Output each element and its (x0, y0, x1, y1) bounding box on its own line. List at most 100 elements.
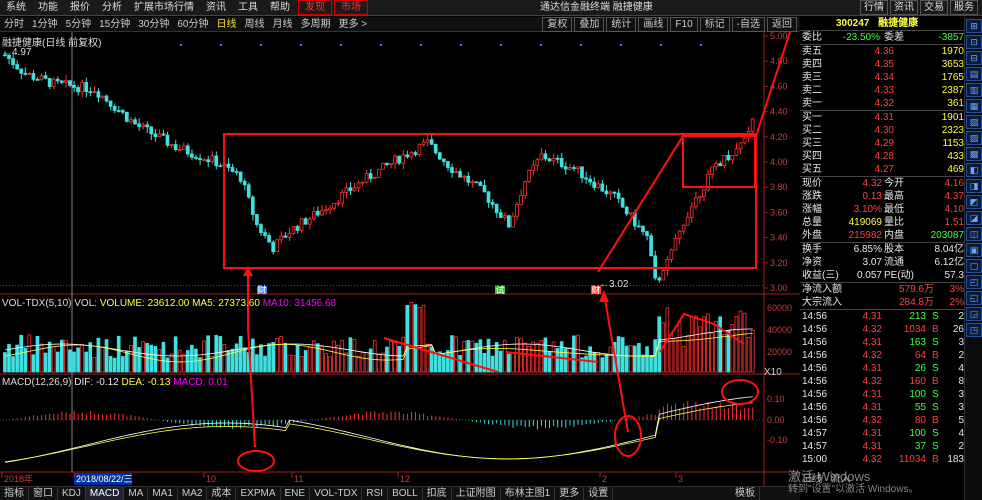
sidebar-icon-8[interactable]: ▩ (966, 147, 982, 161)
period-tab-9[interactable]: 多周期 (297, 17, 335, 32)
menu-item-7[interactable]: 帮助 (264, 0, 296, 16)
tick-row-8[interactable]: 14:56 4.32 80 B 5 (800, 414, 982, 427)
tick-row-0[interactable]: 14:56 4.31 213 S 2 (800, 310, 982, 323)
candle-body (511, 215, 515, 228)
sidebar-icon-6[interactable]: ▧ (966, 115, 982, 129)
buy-row-0-label: 买一 (802, 112, 822, 123)
period-tab-4[interactable]: 30分钟 (134, 17, 173, 32)
toolbar-right-3[interactable]: 画线 (638, 17, 669, 32)
toolbar-right-4[interactable]: F10 (670, 17, 698, 32)
sidebar-icon-17[interactable]: ◱ (966, 291, 982, 305)
sidebar-icon-2[interactable]: ⊟ (966, 51, 982, 65)
toolbar-right-6[interactable]: -自选 (731, 17, 765, 32)
indicator-tab-15[interactable]: 布林主图1 (501, 487, 556, 500)
tick-row-2[interactable]: 14:56 4.31 163 S 3 (800, 336, 982, 349)
period-tab-8[interactable]: 月线 (269, 17, 297, 32)
period-tab-3[interactable]: 15分钟 (95, 17, 134, 32)
indicator-tab-17[interactable]: 设置 (584, 487, 614, 500)
menu-item-5[interactable]: 资讯 (200, 0, 232, 16)
sell-row-1-label: 卖四 (802, 59, 822, 70)
kline-chart[interactable]: 5.004.804.604.404.204.003.803.603.403.20… (0, 32, 800, 486)
menu-item-4[interactable]: 扩展市场行情 (128, 0, 200, 16)
sidebar-icon-0[interactable]: ⊞ (966, 19, 982, 33)
tick-row-1[interactable]: 14:56 4.32 1034 B 26 (800, 323, 982, 336)
tick-side: S (932, 389, 939, 400)
sidebar-icon-5[interactable]: ▦ (966, 99, 982, 113)
period-tab-10[interactable]: 更多 > (335, 17, 372, 32)
indicator-tab-9[interactable]: ENE (281, 487, 311, 500)
candle-body (43, 75, 48, 79)
tick-row-9[interactable]: 14:57 4.31 100 S 4 (800, 427, 982, 440)
volume-bar (584, 355, 588, 373)
sidebar-icon-9[interactable]: ◧ (966, 163, 982, 177)
sidebar-icon-3[interactable]: ▤ (966, 67, 982, 81)
menu-item-2[interactable]: 报价 (64, 0, 96, 16)
sidebar-icon-14[interactable]: ▣ (966, 243, 982, 257)
period-tab-6[interactable]: 日线 (213, 17, 241, 32)
indicator-tab-7[interactable]: 成本 (207, 487, 237, 500)
menu-right-0[interactable]: 行情 (860, 0, 888, 15)
toolbar-right-7[interactable]: 返回 (767, 17, 797, 32)
period-tab-2[interactable]: 5分钟 (62, 17, 96, 32)
menu-item-6[interactable]: 工具 (232, 0, 264, 16)
candle-body (478, 181, 483, 186)
sidebar-icon-13[interactable]: ◫ (966, 227, 982, 241)
sidebar-icon-15[interactable]: ▢ (966, 259, 982, 273)
tick-row-11[interactable]: 15:00 4.32 11034 B 183 (800, 453, 982, 466)
tick-row-7[interactable]: 14:56 4.31 55 S 3 (800, 401, 982, 414)
menu-item-3[interactable]: 分析 (96, 0, 128, 16)
sidebar-icon-12[interactable]: ◪ (966, 211, 982, 225)
indicator-tab-12[interactable]: BOLL (388, 487, 423, 500)
indicator-tab-16[interactable]: 更多 (555, 487, 585, 500)
period-tab-0[interactable]: 分时 (0, 17, 28, 32)
menu-item-1[interactable]: 功能 (32, 0, 64, 16)
menu-hot-1[interactable]: 市场 (334, 0, 368, 15)
candle-body (653, 255, 657, 279)
menu-right-1[interactable]: 资讯 (890, 0, 918, 15)
tick-row-5[interactable]: 14:56 4.32 160 B 8 (800, 375, 982, 388)
tick-list[interactable]: 14:56 4.31 213 S 2 14:56 4.32 1034 B 26 14:56 4.31 1… (800, 309, 982, 466)
indicator-tab-10[interactable]: VOL-TDX (310, 487, 363, 500)
chart-area[interactable]: 5.00 4.80 4.60 4.40 4.20 4.00 3.80 3.60 3.40 3.20… (0, 32, 800, 486)
top-dot (620, 44, 622, 46)
sidebar-icon-19[interactable]: ◳ (966, 323, 982, 337)
period-tab-5[interactable]: 60分钟 (173, 17, 212, 32)
sidebar-icon-16[interactable]: ◰ (966, 275, 982, 289)
indicator-tab-0[interactable]: 指标 (0, 487, 29, 500)
sell-row-2-label: 卖三 (802, 72, 822, 83)
menu-right-3[interactable]: 服务 (950, 0, 978, 15)
indicator-tab-2[interactable]: KDJ (58, 487, 86, 500)
menu-item-0[interactable]: 系统 (0, 0, 32, 16)
toolbar-right-1[interactable]: 叠加 (574, 17, 605, 32)
sidebar-icon-11[interactable]: ◩ (966, 195, 982, 209)
event-marker-label: 试 (495, 284, 504, 295)
menu-hot-0[interactable]: 发现 (298, 0, 332, 15)
menu-right-2[interactable]: 交易 (920, 0, 948, 15)
sidebar-icon-10[interactable]: ◨ (966, 179, 982, 193)
indicator-tab-13[interactable]: 扣底 (423, 487, 452, 500)
tick-row-6[interactable]: 14:56 4.31 100 S 3 (800, 388, 982, 401)
toolbar-right-5[interactable]: 标记 (699, 17, 730, 32)
indicator-tab-1[interactable]: 窗口 (29, 487, 58, 500)
sidebar-icon-7[interactable]: ▨ (966, 131, 982, 145)
sidebar-icon-18[interactable]: ◲ (966, 307, 982, 321)
indicator-tab-5[interactable]: MA1 (148, 487, 178, 500)
candle-body (612, 191, 617, 194)
tick-row-3[interactable]: 14:56 4.32 64 B 2 (800, 349, 982, 362)
indicator-tab-4[interactable]: MA (124, 487, 149, 500)
template-button[interactable]: 模板 (731, 487, 760, 500)
indicator-tab-6[interactable]: MA2 (178, 487, 208, 500)
sidebar-icon-4[interactable]: ▥ (966, 83, 982, 97)
candle-body (401, 154, 406, 164)
period-tab-1[interactable]: 1分钟 (28, 17, 62, 32)
tick-row-4[interactable]: 14:56 4.31 26 S 4 (800, 362, 982, 375)
tick-row-10[interactable]: 14:57 4.31 37 S 2 (800, 440, 982, 453)
indicator-tab-3[interactable]: MACD (85, 487, 125, 500)
sidebar-icon-1[interactable]: ⊡ (966, 35, 982, 49)
indicator-tab-8[interactable]: EXPMA (236, 487, 281, 500)
period-tab-7[interactable]: 周线 (241, 17, 269, 32)
toolbar-right-2[interactable]: 统计 (606, 17, 637, 32)
indicator-tab-14[interactable]: 上证附图 (452, 487, 501, 500)
toolbar-right-0[interactable]: 复权 (542, 17, 573, 32)
indicator-tab-11[interactable]: RSI (362, 487, 389, 500)
